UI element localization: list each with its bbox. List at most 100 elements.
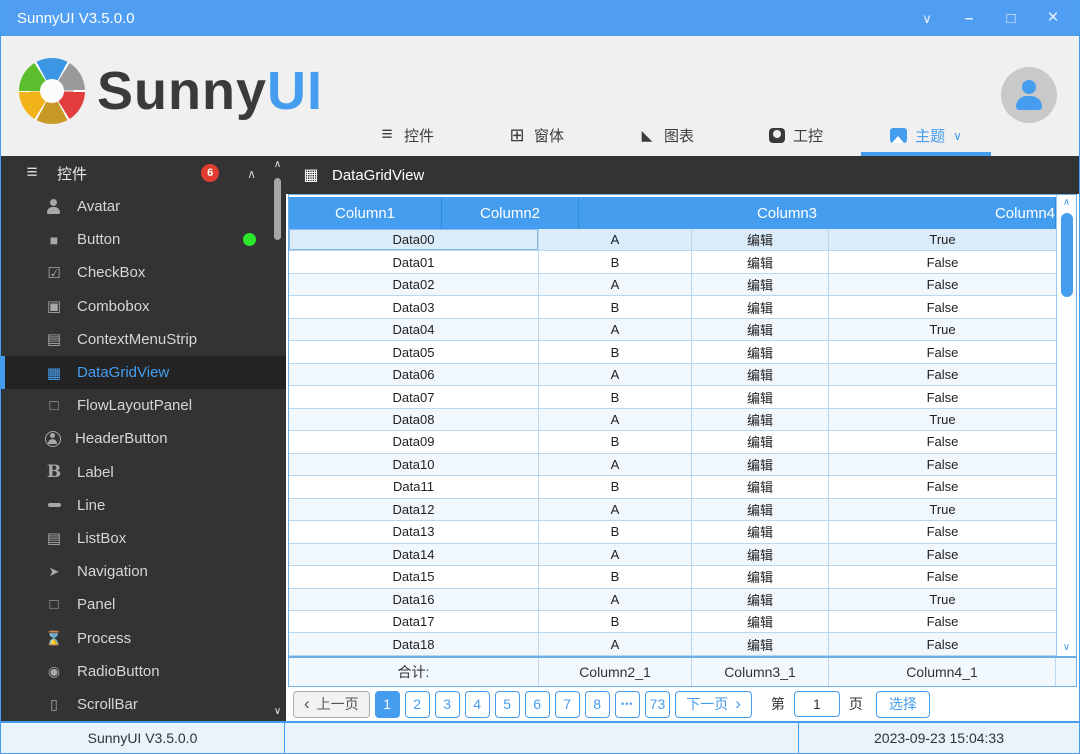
table-cell[interactable]: Data16 <box>289 588 539 610</box>
table-cell[interactable]: B <box>539 521 692 543</box>
table-cell[interactable]: Data00 <box>289 229 539 251</box>
table-cell[interactable]: Data05 <box>289 341 539 363</box>
table-cell[interactable]: Data08 <box>289 408 539 431</box>
table-row[interactable]: Data11 B 编辑 False <box>289 476 1056 499</box>
table-row[interactable]: Data15 B 编辑 False <box>289 566 1056 589</box>
table-cell[interactable]: 编辑 <box>692 431 829 453</box>
table-row[interactable]: Data13 B 编辑 False <box>289 521 1056 544</box>
collapse-chevron-icon[interactable] <box>247 165 256 182</box>
table-row[interactable]: Data01 B 编辑 False <box>289 251 1056 274</box>
table-cell[interactable]: Data10 <box>289 453 539 476</box>
table-cell[interactable]: Data13 <box>289 521 539 543</box>
table-cell[interactable]: 编辑 <box>692 318 829 341</box>
sidebar-item[interactable]: FlowLayoutPanel <box>1 389 286 422</box>
table-cell[interactable]: False <box>829 341 1056 362</box>
table-cell[interactable]: Data17 <box>289 610 539 633</box>
table-cell[interactable]: 编辑 <box>692 588 829 610</box>
page-button[interactable]: 3 <box>434 690 460 718</box>
table-cell[interactable]: False <box>829 431 1056 452</box>
sidebar-item[interactable]: Navigation <box>1 555 286 588</box>
page-button[interactable]: 8 <box>584 690 610 718</box>
page-button[interactable]: 6 <box>524 690 550 718</box>
table-row[interactable]: Data07 B 编辑 False <box>289 386 1056 409</box>
table-cell[interactable]: A <box>539 588 692 610</box>
table-cell[interactable]: Data14 <box>289 543 539 566</box>
table-cell[interactable]: True <box>829 409 1056 430</box>
table-cell[interactable]: B <box>539 251 692 273</box>
table-cell[interactable]: 编辑 <box>692 476 829 498</box>
table-cell[interactable]: True <box>829 319 1056 340</box>
table-cell[interactable]: Data04 <box>289 318 539 341</box>
table-row[interactable]: Data09 B 编辑 False <box>289 431 1056 454</box>
sidebar-item[interactable]: RadioButton <box>1 655 286 688</box>
table-cell[interactable]: A <box>539 363 692 386</box>
table-cell[interactable]: Data07 <box>289 386 539 408</box>
grid-scrollbar[interactable] <box>1056 195 1076 656</box>
sidebar-scrollbar-thumb[interactable] <box>274 178 281 240</box>
table-cell[interactable]: 编辑 <box>692 251 829 273</box>
table-cell[interactable]: 编辑 <box>692 633 829 655</box>
table-cell[interactable]: True <box>829 499 1056 520</box>
table-cell[interactable]: Data03 <box>289 296 539 318</box>
table-cell[interactable]: False <box>829 476 1056 497</box>
sidebar-item[interactable]: ListBox <box>1 522 286 555</box>
sidebar-item[interactable]: Panel <box>1 588 286 621</box>
sidebar-item[interactable]: Process <box>1 621 286 654</box>
table-row[interactable]: Data04 A 编辑 True <box>289 318 1056 342</box>
page-button[interactable]: 1 <box>374 690 400 718</box>
sidebar-item[interactable]: Line <box>1 489 286 522</box>
sidebar-item[interactable]: Combobox <box>1 290 286 323</box>
table-cell[interactable]: B <box>539 476 692 498</box>
minimize-icon[interactable] <box>959 10 979 27</box>
table-row[interactable]: Data18 A 编辑 False <box>289 633 1056 656</box>
table-cell[interactable]: True <box>829 229 1056 250</box>
table-cell[interactable]: A <box>539 498 692 521</box>
table-row[interactable]: Data06 A 编辑 False <box>289 363 1056 387</box>
select-page-button[interactable]: 选择 <box>875 690 930 718</box>
table-cell[interactable]: 编辑 <box>692 386 829 408</box>
table-row[interactable]: Data03 B 编辑 False <box>289 296 1056 319</box>
prev-page-button[interactable]: 上一页 <box>293 690 370 718</box>
table-row[interactable]: Data10 A 编辑 False <box>289 453 1056 477</box>
table-cell[interactable]: B <box>539 386 692 408</box>
sidebar-item[interactable]: ContextMenuStrip <box>1 323 286 356</box>
table-cell[interactable]: 编辑 <box>692 273 829 296</box>
page-button[interactable]: 4 <box>464 690 490 718</box>
table-cell[interactable]: A <box>539 408 692 431</box>
titlebar-chevron-down-icon[interactable] <box>917 10 937 27</box>
table-cell[interactable]: 编辑 <box>692 521 829 543</box>
table-cell[interactable]: 编辑 <box>692 610 829 633</box>
table-cell[interactable]: 编辑 <box>692 341 829 363</box>
column-header[interactable]: Column3 <box>579 197 995 229</box>
page-button[interactable]: 73 <box>644 690 671 718</box>
page-number-input[interactable] <box>793 691 840 717</box>
table-cell[interactable]: 编辑 <box>692 453 829 476</box>
column-header[interactable]: Column1 <box>289 197 442 229</box>
sidebar-scroll-up-icon[interactable] <box>274 158 281 172</box>
nav-tab[interactable]: 主题 <box>861 118 991 156</box>
nav-tab[interactable]: 控件 <box>341 118 471 156</box>
table-cell[interactable]: A <box>539 633 692 655</box>
sidebar-item[interactable]: ScrollBar <box>1 688 286 721</box>
close-icon[interactable] <box>1043 7 1063 29</box>
table-cell[interactable]: Data12 <box>289 498 539 521</box>
table-cell[interactable]: B <box>539 341 692 363</box>
sidebar-item[interactable]: CheckBox <box>1 256 286 289</box>
table-row[interactable]: Data05 B 编辑 False <box>289 341 1056 364</box>
sidebar-header[interactable]: 控件 6 <box>1 156 286 190</box>
sidebar-item[interactable]: HeaderButton <box>1 422 286 455</box>
table-row[interactable]: Data08 A 编辑 True <box>289 408 1056 432</box>
table-cell[interactable]: False <box>829 454 1056 475</box>
sidebar-item[interactable]: Label <box>1 456 286 489</box>
table-row[interactable]: Data02 A 编辑 False <box>289 273 1056 297</box>
table-cell[interactable]: False <box>829 364 1056 385</box>
table-cell[interactable]: False <box>829 251 1056 272</box>
table-cell[interactable]: 编辑 <box>692 363 829 386</box>
table-cell[interactable]: False <box>829 521 1056 542</box>
table-row[interactable]: Data16 A 编辑 True <box>289 588 1056 611</box>
table-cell[interactable]: Data11 <box>289 476 539 498</box>
table-cell[interactable]: 编辑 <box>692 498 829 521</box>
grid-scroll-down-icon[interactable] <box>1063 640 1070 656</box>
nav-tab[interactable]: 图表 <box>601 118 731 156</box>
table-cell[interactable]: B <box>539 610 692 633</box>
